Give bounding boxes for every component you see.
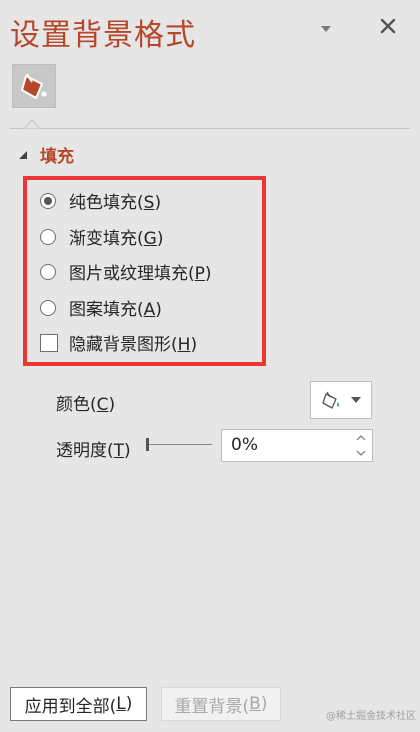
collapse-triangle-icon: [19, 150, 27, 159]
picture-texture-fill-option[interactable]: 图片或纹理填充(P): [40, 259, 212, 284]
tab-divider: [10, 128, 410, 129]
picture-texture-fill-radio[interactable]: [40, 263, 56, 280]
hide-background-graphics-checkbox[interactable]: [40, 333, 58, 352]
close-icon[interactable]: [378, 16, 398, 36]
transparency-label: 透明度(T): [56, 441, 131, 461]
slider-thumb[interactable]: [146, 438, 149, 451]
option-label: 图案填充(A): [69, 300, 162, 320]
slider-track: [146, 444, 212, 445]
paint-bucket-icon: [322, 391, 339, 409]
gradient-fill-radio[interactable]: [40, 228, 56, 245]
tab-indicator: [24, 119, 40, 130]
option-label: 隐藏背景图形(H): [69, 335, 198, 355]
transparency-spinbox[interactable]: 0%: [221, 429, 373, 462]
watermark: @稀土掘金技术社区: [326, 711, 416, 722]
chevron-down-icon[interactable]: [318, 22, 334, 36]
chevron-down-icon: [351, 397, 361, 403]
pattern-fill-radio[interactable]: [40, 299, 56, 316]
spin-down-icon[interactable]: [356, 449, 366, 457]
pattern-fill-option[interactable]: 图案填充(A): [40, 295, 162, 320]
spin-up-icon[interactable]: [356, 434, 366, 442]
pane-title: 设置背景格式: [10, 18, 196, 53]
color-label: 颜色(C): [56, 395, 116, 415]
option-label: 渐变填充(G): [69, 229, 164, 249]
hide-background-graphics-option[interactable]: 隐藏背景图形(H): [40, 330, 197, 355]
solid-fill-radio[interactable]: [40, 192, 56, 209]
fill-category-tab[interactable]: [12, 64, 56, 108]
option-label: 纯色填充(S): [69, 193, 162, 213]
transparency-value[interactable]: 0%: [231, 435, 258, 455]
fill-section-header[interactable]: 填充: [18, 142, 74, 167]
transparency-slider[interactable]: [146, 436, 212, 452]
solid-fill-option[interactable]: 纯色填充(S): [40, 188, 161, 213]
reset-background-button[interactable]: 重置背景(B): [161, 687, 281, 721]
paint-bucket-icon: [21, 73, 47, 99]
fill-section-label: 填充: [40, 147, 74, 167]
gradient-fill-option[interactable]: 渐变填充(G): [40, 224, 163, 249]
color-picker-button[interactable]: [310, 381, 372, 419]
apply-to-all-button[interactable]: 应用到全部(L): [10, 687, 147, 721]
option-label: 图片或纹理填充(P): [69, 264, 212, 284]
